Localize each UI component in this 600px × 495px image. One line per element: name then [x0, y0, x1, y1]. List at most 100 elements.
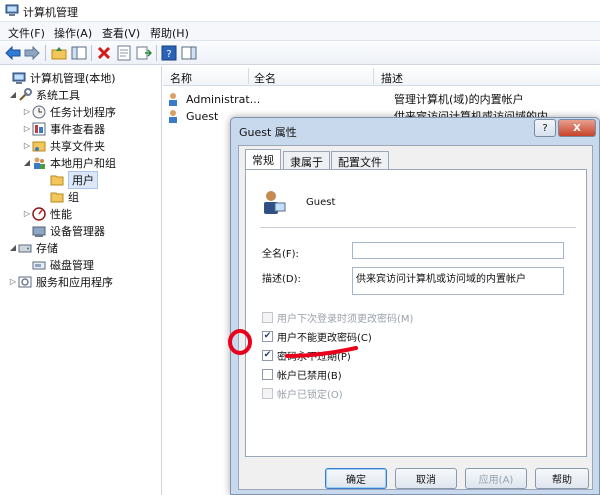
tree-item-services-apps[interactable]: ▷ 服务和应用程序: [8, 273, 113, 290]
checkbox-password-never-expires[interactable]: ✔ 密码永不过期(P): [262, 348, 351, 363]
ok-button[interactable]: 确定: [325, 468, 387, 489]
tree-item-shared-folders[interactable]: ▷ 共享文件夹: [22, 137, 105, 154]
tree-item-root[interactable]: 计算机管理(本地): [2, 69, 116, 86]
tab-profile[interactable]: 配置文件: [331, 151, 389, 169]
cancel-button[interactable]: 取消: [395, 468, 457, 489]
menu-action[interactable]: 操作(A): [54, 25, 92, 41]
tree-item-event-viewer[interactable]: ▷ 事件查看器: [22, 120, 105, 137]
guest-properties-dialog: Guest 属性 ? X 常规 隶属于 配置文件 Guest 全名(F): 描述…: [230, 117, 600, 495]
tree-label-event-viewer: 事件查看器: [50, 122, 105, 136]
checkbox-box[interactable]: [262, 387, 273, 399]
column-header-fullname[interactable]: 全名: [254, 70, 276, 86]
checkmark-icon[interactable]: ✔: [262, 349, 273, 361]
collapse-arrow-icon[interactable]: ◢: [8, 90, 18, 99]
dialog-close-button[interactable]: X: [558, 119, 596, 137]
expand-arrow-icon[interactable]: ▷: [22, 124, 32, 133]
folder-icon: [50, 175, 64, 185]
dialog-body: 常规 隶属于 配置文件 Guest 全名(F): 描述(D): 供来宾访问计算机…: [238, 145, 593, 490]
dialog-title: Guest 属性: [239, 126, 297, 139]
expand-arrow-icon[interactable]: ▷: [22, 209, 32, 218]
tree-label-users: 用户: [68, 170, 98, 189]
checkbox-must-change-password[interactable]: 用户下次登录时须更改密码(M): [262, 310, 414, 325]
tree-item-local-users-groups[interactable]: ◢ 本地用户和组: [22, 154, 116, 171]
list-cell-name: Administrat...: [186, 92, 261, 106]
tree-label-device-manager: 设备管理器: [50, 224, 105, 238]
guest-user-icon: [264, 191, 286, 214]
checkbox-account-disabled[interactable]: 帐户已禁用(B): [262, 367, 342, 382]
event-viewer-icon: [32, 122, 46, 135]
column-header-name[interactable]: 名称: [170, 70, 192, 86]
export-list-button[interactable]: [135, 44, 153, 62]
delete-button[interactable]: [95, 44, 113, 62]
tree-label-local-users-groups: 本地用户和组: [50, 156, 116, 170]
help-icon: ?: [542, 122, 548, 134]
tools-icon: [19, 87, 32, 101]
checkmark-icon[interactable]: ✔: [262, 330, 273, 342]
checkbox-label: 密码永不过期(P): [277, 351, 351, 363]
expand-arrow-icon[interactable]: ▷: [8, 277, 18, 286]
forward-button[interactable]: [23, 44, 41, 62]
properties-sheet-icon: [117, 45, 131, 61]
checkbox-account-locked[interactable]: 帐户已锁定(O): [262, 386, 343, 401]
forward-arrow-icon: [24, 46, 40, 60]
svg-text:?: ?: [166, 49, 171, 60]
console-tree: 计算机管理(本地) ◢ 系统工具 ▷ 任务计划程序 ▷ 事件查看器 ▷ 共享文件…: [0, 66, 162, 495]
up-level-button[interactable]: [50, 44, 68, 62]
description-field[interactable]: 供来宾访问计算机或访问域的内置帐户: [352, 267, 564, 295]
description-label: 描述(D):: [262, 274, 301, 285]
action-pane-icon: [181, 46, 197, 60]
computer-management-icon: [5, 4, 19, 16]
back-button[interactable]: [4, 44, 22, 62]
disk-icon: [32, 261, 46, 269]
help-icon: ?: [161, 45, 177, 61]
expand-arrow-icon[interactable]: ▷: [22, 141, 32, 150]
close-icon: X: [573, 122, 581, 134]
tree-item-users[interactable]: 用户: [40, 170, 98, 189]
show-hide-tree-button[interactable]: [70, 44, 88, 62]
tab-general[interactable]: 常规: [245, 149, 281, 170]
show-hide-action-pane-button[interactable]: [180, 44, 198, 62]
tree-item-device-manager[interactable]: 设备管理器: [22, 222, 105, 239]
list-row-administrator[interactable]: Administrat... 管理计算机(域)的内置帐户: [167, 90, 524, 108]
title-bar: 计算机管理: [0, 0, 600, 22]
tree-label-disk-management: 磁盘管理: [50, 258, 94, 272]
checkbox-cannot-change-password[interactable]: ✔ 用户不能更改密码(C): [262, 329, 372, 344]
services-icon: [18, 276, 32, 287]
tree-label-system-tools: 系统工具: [36, 88, 80, 102]
users-group-icon: [34, 157, 45, 169]
collapse-arrow-icon[interactable]: ◢: [8, 243, 18, 252]
general-tab-panel: Guest 全名(F): 描述(D): 供来宾访问计算机或访问域的内置帐户 用户…: [245, 169, 587, 457]
tree-label-task-scheduler: 任务计划程序: [50, 105, 116, 119]
dialog-help-button[interactable]: ?: [534, 119, 556, 137]
user-icon: [169, 93, 177, 106]
tree-item-task-scheduler[interactable]: ▷ 任务计划程序: [22, 103, 116, 120]
tree-item-storage[interactable]: ◢ 存储: [8, 239, 58, 256]
tree-item-performance[interactable]: ▷ 性能: [22, 205, 72, 222]
menu-file[interactable]: 文件(F): [8, 25, 45, 41]
computer-icon: [12, 72, 26, 84]
shared-folder-icon: [32, 141, 46, 151]
list-header: 名称 全名 描述: [163, 66, 600, 86]
tab-member-of[interactable]: 隶属于: [283, 151, 330, 169]
tree-item-groups[interactable]: 组: [40, 188, 79, 205]
help-dialog-button[interactable]: 帮助: [535, 468, 589, 489]
column-header-description[interactable]: 描述: [381, 70, 403, 86]
properties-button[interactable]: [115, 44, 133, 62]
checkbox-box[interactable]: [262, 368, 273, 380]
list-cell-description: 管理计算机(域)的内置帐户: [394, 93, 524, 106]
collapse-arrow-icon[interactable]: ◢: [22, 158, 32, 167]
tree-item-disk-management[interactable]: 磁盘管理: [22, 256, 94, 273]
performance-icon: [32, 206, 46, 221]
apply-button[interactable]: 应用(A): [465, 468, 527, 489]
checkbox-box[interactable]: [262, 311, 273, 323]
expand-arrow-icon[interactable]: ▷: [22, 107, 32, 116]
checkbox-label: 用户下次登录时须更改密码(M): [277, 313, 414, 325]
tree-label-groups: 组: [68, 190, 79, 204]
help-button[interactable]: ?: [160, 44, 178, 62]
fullname-field[interactable]: [352, 242, 564, 259]
tree-item-system-tools[interactable]: ◢ 系统工具: [8, 86, 80, 103]
menu-help[interactable]: 帮助(H): [150, 25, 189, 41]
menu-view[interactable]: 查看(V): [102, 25, 140, 41]
export-list-icon: [136, 46, 152, 60]
tree-label-performance: 性能: [50, 207, 72, 221]
